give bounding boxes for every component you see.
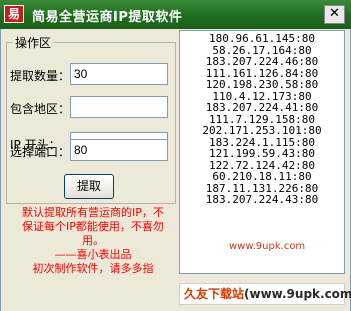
port-label: 选择端口： [10, 145, 71, 159]
app-icon: 易 [4, 5, 24, 23]
list-item: 121.199.59.43:80 [209, 147, 315, 160]
footer-url: (www.9upk.com) [244, 287, 351, 301]
list-item: 183.207.224.41:80 [205, 101, 319, 114]
quantity-label: 提取数量： [10, 69, 71, 83]
list-item: 183.207.224.46:80 [205, 55, 319, 68]
quantity-input[interactable]: 30 [70, 63, 168, 85]
note-line: 默认提取所有营运商的IP，不 [22, 206, 164, 219]
note-line: 用。 [82, 234, 104, 247]
title-bar: 易 简易全营运商IP提取软件 ✕ [0, 0, 351, 29]
ip-result-list[interactable]: 180.96.61.145:80 58.26.17.164:80 183.207… [179, 30, 345, 274]
list-item: 183.207.224.43:80 [205, 193, 319, 206]
note-line: ——喜小表出品 [54, 248, 132, 261]
disclaimer-note: 默认提取所有营运商的IP，不 保证每个IP都能使用，不喜勿 用。 ——喜小表出品… [6, 206, 180, 276]
footer-brand: 久友下载站 [184, 287, 245, 301]
note-line: 保证每个IP都能使用，不喜勿 [22, 220, 164, 233]
footer-banner: 久友下载站(www.9upk.com) [179, 283, 351, 305]
region-label: 包含地区： [10, 102, 71, 116]
port-input[interactable]: 80 [70, 139, 168, 161]
close-button[interactable]: ✕ [324, 5, 345, 24]
extract-button[interactable]: 提取 [64, 174, 114, 199]
operation-group-title: 操作区 [15, 36, 52, 50]
watermark-text: www.9upk.com [229, 241, 306, 252]
list-item: 120.198.230.58:80 [205, 78, 319, 91]
note-line: 初次制作软件，请多多指 [32, 262, 154, 275]
list-item: 180.96.61.145:80 [209, 32, 315, 45]
region-input[interactable] [70, 96, 168, 118]
list-item: 60.210.18.11:80 [212, 170, 312, 183]
list-item: 202.171.253.101:80 [202, 124, 322, 137]
window-title: 简易全营运商IP提取软件 [32, 10, 183, 25]
